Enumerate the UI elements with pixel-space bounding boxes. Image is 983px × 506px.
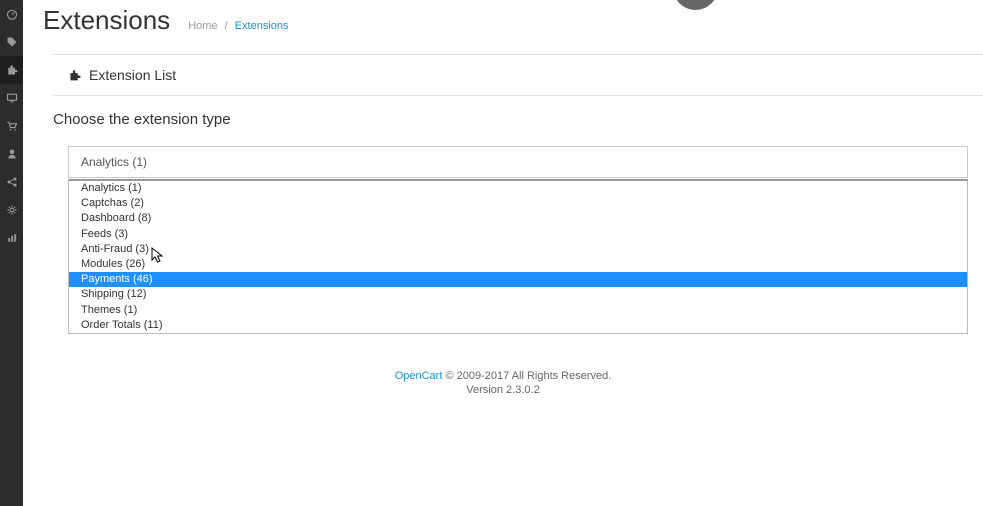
panel-subtitle: Choose the extension type <box>53 111 968 128</box>
sidebar <box>0 0 23 506</box>
page-header: Extensions Home / Extensions <box>23 0 983 36</box>
sidebar-dashboard[interactable] <box>0 0 23 28</box>
breadcrumb-current[interactable]: Extensions <box>235 20 289 32</box>
sidebar-design[interactable] <box>0 84 23 112</box>
page-title: Extensions <box>43 5 170 36</box>
panel: Extension List Choose the extension type… <box>53 54 983 193</box>
panel-heading: Extension List <box>53 55 983 96</box>
footer-version: Version 2.3.0.2 <box>23 384 983 396</box>
sidebar-reports[interactable] <box>0 224 23 252</box>
dropdown-option[interactable]: Dashboard (8) <box>69 211 967 226</box>
sidebar-sales[interactable] <box>0 112 23 140</box>
monitor-icon <box>6 92 18 104</box>
dropdown-option[interactable]: Anti-Fraud (3) <box>69 242 967 257</box>
dashboard-icon <box>6 8 18 20</box>
panel-heading-text: Extension List <box>89 67 176 83</box>
footer: OpenCart © 2009-2017 All Rights Reserved… <box>23 370 983 396</box>
tag-icon <box>6 36 18 48</box>
dropdown-option[interactable]: Themes (1) <box>69 303 967 318</box>
dropdown-option[interactable]: Order Totals (11) <box>69 318 967 333</box>
sidebar-catalog[interactable] <box>0 28 23 56</box>
dropdown-option[interactable]: Analytics (1) <box>69 181 967 196</box>
sidebar-customers[interactable] <box>0 140 23 168</box>
sidebar-system[interactable] <box>0 196 23 224</box>
extension-type-dropdown[interactable]: Analytics (1)Captchas (2)Dashboard (8)Fe… <box>68 179 968 334</box>
user-icon <box>6 148 18 160</box>
sidebar-marketing[interactable] <box>0 168 23 196</box>
main: Extensions Home / Extensions Extension L… <box>23 0 983 506</box>
footer-brand-link[interactable]: OpenCart <box>395 370 443 382</box>
dropdown-option[interactable]: Payments (46) <box>69 272 967 287</box>
breadcrumb-home[interactable]: Home <box>188 20 217 32</box>
sidebar-extensions[interactable] <box>0 56 23 84</box>
puzzle-icon <box>6 64 18 76</box>
dropdown-option[interactable]: Shipping (12) <box>69 287 967 302</box>
footer-copyright: © 2009-2017 All Rights Reserved. <box>442 370 611 382</box>
dropdown-option[interactable]: Feeds (3) <box>69 227 967 242</box>
select-current[interactable]: Analytics (1) <box>68 146 968 178</box>
breadcrumb: Home / Extensions <box>188 20 288 32</box>
chart-icon <box>6 232 18 244</box>
share-icon <box>6 176 18 188</box>
cart-icon <box>6 120 18 132</box>
gear-icon <box>6 204 18 216</box>
dropdown-option[interactable]: Captchas (2) <box>69 196 967 211</box>
puzzle-icon <box>68 69 81 82</box>
dropdown-option[interactable]: Modules (26) <box>69 257 967 272</box>
panel-body: Choose the extension type An A G Analyti… <box>53 96 983 193</box>
extension-type-select[interactable]: Analytics (1) Analytics (1)Captchas (2)D… <box>68 146 968 178</box>
